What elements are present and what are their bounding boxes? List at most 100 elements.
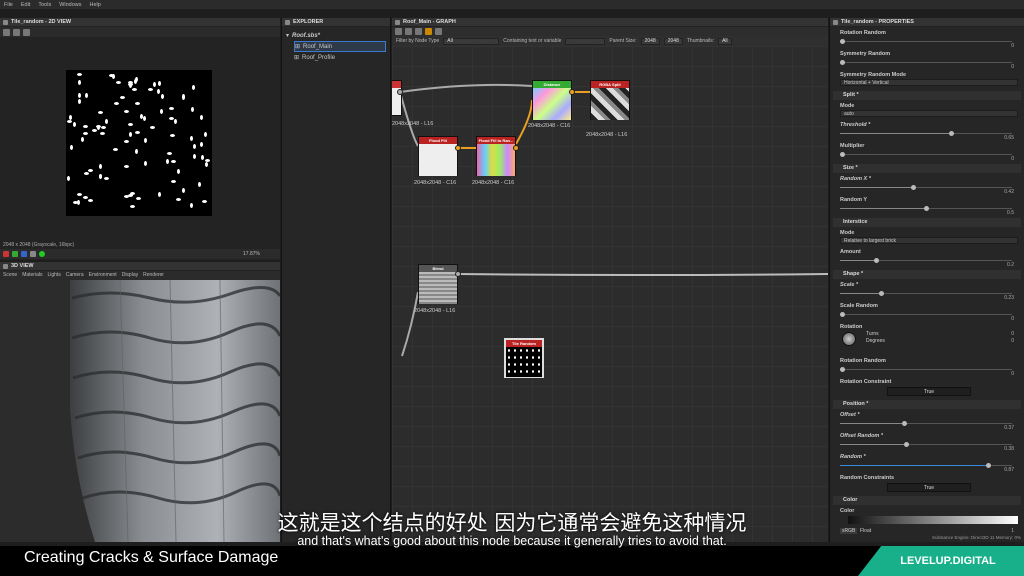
property-slider[interactable] — [840, 185, 1012, 190]
property-slider[interactable] — [840, 131, 1012, 136]
section-header[interactable]: Color — [833, 496, 1021, 505]
copy-icon[interactable] — [13, 28, 20, 36]
slider-handle[interactable] — [878, 291, 884, 296]
section-header[interactable]: Size * — [833, 164, 1021, 173]
output-port[interactable] — [455, 271, 461, 277]
texture-preview[interactable] — [66, 70, 212, 216]
menu-tools[interactable]: Tools — [38, 2, 51, 8]
property-slider[interactable] — [840, 421, 1012, 426]
property-slider[interactable] — [840, 463, 1012, 468]
section-header[interactable]: Position * — [833, 400, 1021, 409]
menu-file[interactable]: File — [4, 2, 13, 8]
property-value[interactable]: 0 — [1011, 156, 1014, 162]
section-header[interactable]: Interstice — [833, 218, 1021, 227]
rgba-split-node[interactable]: RGBA Split — [590, 80, 630, 120]
view-3d-menu-materials[interactable]: Materials — [22, 272, 42, 278]
frame-icon[interactable] — [415, 28, 422, 35]
flood-fill-node[interactable]: Flood Fill — [418, 136, 458, 176]
slider-handle[interactable] — [840, 152, 845, 157]
slider-handle[interactable] — [840, 367, 845, 372]
size-dropdown[interactable]: 2048 — [663, 37, 683, 45]
menu-edit[interactable]: Edit — [21, 2, 30, 8]
property-slider[interactable] — [840, 312, 1012, 317]
blue-channel-icon[interactable] — [21, 251, 27, 257]
property-toggle-button[interactable]: True — [887, 483, 971, 492]
graph-node[interactable] — [392, 80, 402, 116]
view-3d-menu-display[interactable]: Display — [122, 272, 138, 278]
property-dropdown[interactable]: Horizontal + Vertical — [840, 79, 1018, 86]
output-port[interactable] — [397, 89, 403, 95]
output-port[interactable] — [569, 89, 575, 95]
slider-handle[interactable] — [924, 206, 929, 211]
view-3d-menu-lights[interactable]: Lights — [47, 272, 60, 278]
tile-random-node[interactable]: Tile Random — [504, 338, 544, 378]
property-value[interactable]: 0.23 — [1004, 295, 1014, 301]
blend-node[interactable]: Blend — [418, 264, 458, 304]
export-icon[interactable] — [23, 28, 30, 36]
menu-windows[interactable]: Windows — [59, 2, 81, 8]
slider-handle[interactable] — [902, 421, 908, 426]
property-slider[interactable] — [840, 60, 1012, 65]
property-slider[interactable] — [840, 442, 1012, 447]
slider-handle[interactable] — [840, 60, 845, 65]
slider-handle[interactable] — [910, 185, 916, 190]
property-value[interactable]: 0 — [1011, 316, 1014, 322]
slider-handle[interactable] — [986, 463, 992, 468]
node-icon[interactable] — [395, 28, 402, 35]
slider-handle[interactable] — [840, 312, 845, 317]
view-3d-menu-camera[interactable]: Camera — [66, 272, 84, 278]
property-slider[interactable] — [840, 291, 1012, 296]
property-value[interactable]: 0.2 — [1007, 262, 1014, 268]
highlight-icon[interactable] — [425, 28, 432, 35]
view-3d-menu-scene[interactable]: Scene — [3, 272, 17, 278]
search-text-field[interactable] — [565, 37, 606, 45]
section-header[interactable]: Shape * — [833, 270, 1021, 279]
slider-handle[interactable] — [873, 258, 879, 263]
roof-tiles-render[interactable] — [0, 280, 280, 542]
slider-handle[interactable] — [949, 131, 955, 136]
property-value[interactable]: 0.5 — [1007, 210, 1014, 216]
slider-handle[interactable] — [903, 442, 909, 447]
rotation-wheel[interactable] — [842, 332, 856, 346]
comment-icon[interactable] — [405, 28, 412, 35]
green-channel-icon[interactable] — [12, 251, 18, 257]
property-value[interactable]: 0 — [1011, 64, 1014, 70]
property-value[interactable]: 0.87 — [1004, 467, 1014, 473]
property-dropdown[interactable]: auto — [840, 110, 1018, 117]
red-channel-icon[interactable] — [3, 251, 9, 257]
property-slider[interactable] — [840, 39, 1012, 44]
property-slider[interactable] — [840, 367, 1012, 372]
zoom-level[interactable]: 17.87% — [243, 251, 260, 257]
property-value[interactable]: 0 — [1011, 371, 1014, 377]
property-value[interactable]: 0 — [1011, 43, 1014, 49]
graph-item-roof-main[interactable]: ⊞ Roof_Main — [294, 41, 386, 52]
flood-fill-to-random-node[interactable]: Flood Fill to Ran... — [476, 136, 516, 176]
menu-help[interactable]: Help — [90, 2, 101, 8]
property-slider[interactable] — [840, 206, 1012, 211]
property-toggle-button[interactable]: True — [887, 387, 971, 396]
distance-node[interactable]: Distance — [532, 80, 572, 120]
parent-size-dropdown[interactable]: 2048 — [640, 37, 660, 45]
output-port[interactable] — [455, 145, 461, 151]
view-3d-menu-environment[interactable]: Environment — [89, 272, 117, 278]
view-3d-menu-renderer[interactable]: Renderer — [143, 272, 164, 278]
property-value[interactable]: 0 — [1011, 338, 1014, 344]
align-icon[interactable] — [435, 28, 442, 35]
filter-dropdown[interactable]: All — [443, 37, 500, 45]
property-value[interactable]: 0.38 — [1004, 446, 1014, 452]
property-value[interactable]: 0.37 — [1004, 425, 1014, 431]
property-value[interactable]: 0.65 — [1004, 135, 1014, 141]
property-slider[interactable] — [840, 258, 1012, 263]
property-value[interactable]: 0.42 — [1004, 189, 1014, 195]
alpha-channel-icon[interactable] — [30, 251, 36, 257]
package-item[interactable]: ▾ Roof.sbs* — [286, 30, 386, 41]
output-port[interactable] — [513, 145, 519, 151]
thumbnails-dropdown[interactable]: All — [718, 37, 732, 45]
property-slider[interactable] — [840, 152, 1012, 157]
property-value[interactable]: 0 — [1011, 331, 1014, 337]
property-dropdown[interactable]: Relative to largest brick — [840, 237, 1018, 244]
graph-item-roof-profile[interactable]: ⊞ Roof_Profile — [294, 52, 386, 63]
graph-canvas[interactable]: 2048x2048 - L16 Flood Fill 2048x2048 - C… — [392, 46, 828, 542]
slider-handle[interactable] — [840, 39, 845, 44]
save-icon[interactable] — [3, 28, 10, 36]
